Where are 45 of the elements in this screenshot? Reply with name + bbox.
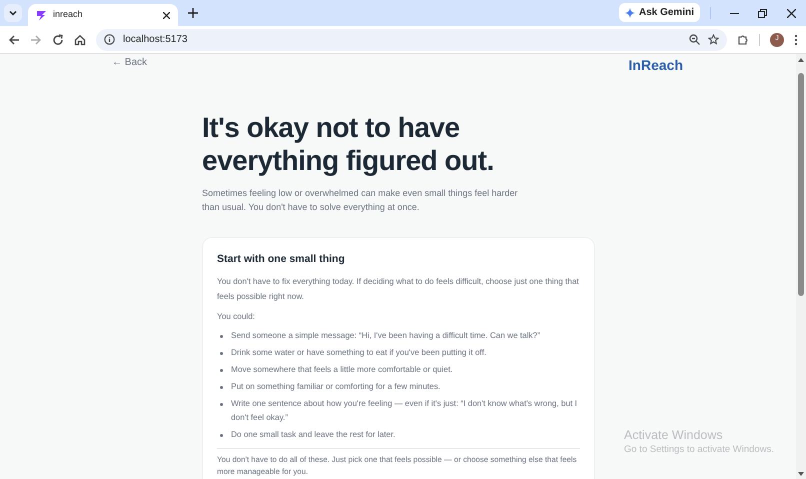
suggestion-item: Do one small task and leave the rest for later. xyxy=(231,428,396,441)
suggestion-item: Write one sentence about how you're feeling — even if it's just: “I don't know what's wrong, but I don't feel okay.” xyxy=(231,398,578,424)
back-link[interactable]: ← Back xyxy=(112,55,148,70)
address-bar[interactable]: localhost:5173 xyxy=(96,28,727,50)
suggestion-item: Drink some water or have something to eat if you've been putting it off. xyxy=(231,346,486,359)
page-subtitle: Sometimes feeling low or overwhelmed can make even small things feel harder than usual. You don't have to solve everything at once. xyxy=(202,187,519,214)
url-text: localhost:5173 xyxy=(123,33,188,47)
card-intro: You don't have to fix everything today. If deciding what to do feels difficult, choose just one thing that feels possible right now. xyxy=(217,276,580,303)
bullet-icon xyxy=(220,334,223,338)
browser-tab[interactable]: inreach xyxy=(28,4,178,26)
scroll-down-icon[interactable] xyxy=(798,472,804,476)
bullet-icon xyxy=(220,434,223,437)
suggestion-item: Send someone a simple message: “Hi, I've been having a difficult time. Can we talk?” xyxy=(231,330,540,342)
close-icon[interactable] xyxy=(787,9,796,18)
scroll-up-icon[interactable] xyxy=(798,58,804,62)
extensions-icon[interactable] xyxy=(737,34,749,46)
new-tab-icon[interactable] xyxy=(188,8,198,18)
suggestion-item: Put on something familiar or comforting for a few minutes. xyxy=(231,380,440,393)
bolt-logo-icon xyxy=(36,10,47,20)
back-arrow-icon[interactable] xyxy=(8,34,20,46)
reload-icon[interactable] xyxy=(52,34,64,46)
card-title: Start with one small thing xyxy=(217,252,346,267)
chevron-down-icon xyxy=(8,8,18,18)
info-icon xyxy=(104,34,115,45)
home-icon[interactable] xyxy=(74,34,86,46)
bullet-icon xyxy=(220,402,223,406)
sparkle-icon xyxy=(624,8,635,18)
tab-search-button[interactable] xyxy=(4,4,22,22)
page-heading: It's okay not to have everything figured out. xyxy=(202,111,495,177)
card-lead: You could: xyxy=(217,310,256,323)
menu-icon[interactable] xyxy=(794,34,798,46)
scrollbar-thumb[interactable] xyxy=(798,73,804,296)
scrollbar[interactable] xyxy=(796,54,806,479)
activation-notice-message: Go to Settings to activate Windows. xyxy=(624,443,774,456)
brand-logo-text: InReach xyxy=(628,56,683,75)
bullet-icon xyxy=(220,368,223,372)
restore-icon[interactable] xyxy=(758,9,767,18)
bullet-icon xyxy=(220,352,223,355)
zoom-icon[interactable] xyxy=(689,34,700,45)
suggestion-item: Move somewhere that feels a little more comfortable or quiet. xyxy=(231,364,453,376)
ask-gemini-button[interactable]: Ask Gemini xyxy=(618,3,700,22)
bullet-icon xyxy=(220,386,223,389)
close-tab-icon[interactable] xyxy=(163,12,170,18)
activation-notice-title: Activate Windows xyxy=(624,428,724,443)
star-icon[interactable] xyxy=(708,34,719,45)
